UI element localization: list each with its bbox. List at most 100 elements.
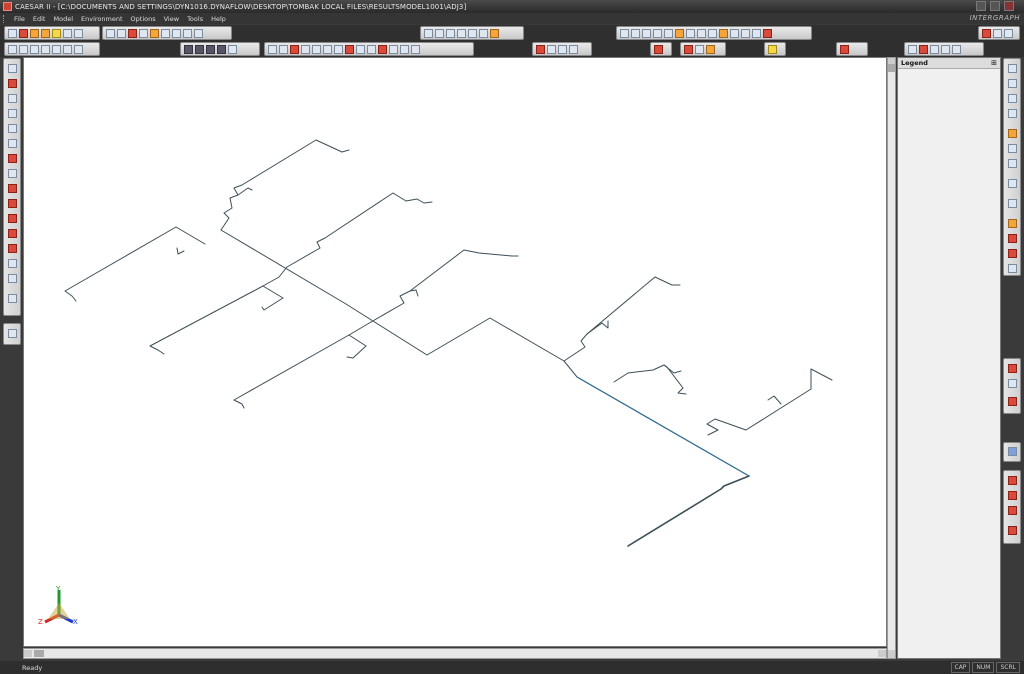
restraint-add-icon[interactable] [8,154,17,163]
view-back-icon[interactable] [435,28,444,38]
load-cases-icon[interactable] [1008,379,1017,388]
steel-icon[interactable] [1008,199,1017,208]
print-view-icon[interactable] [279,44,288,54]
code-stress-icon[interactable] [1008,397,1017,406]
material-icon[interactable] [334,44,343,54]
binoculars-icon[interactable] [194,28,203,38]
properties-icon[interactable] [919,44,928,54]
temperature-icon[interactable] [345,44,354,54]
duplicate-icon[interactable] [117,28,126,38]
find-icon[interactable] [183,28,192,38]
highlight-icon[interactable] [768,44,777,54]
dynamic-analysis-icon[interactable] [569,44,578,54]
pin-icon[interactable]: ⊞ [991,59,997,67]
render-icon[interactable] [1008,79,1017,88]
node-tool-icon[interactable] [41,28,50,38]
force-add-icon[interactable] [8,214,17,223]
stress-icon[interactable] [1008,219,1017,228]
anchors-icon[interactable] [378,44,387,54]
reducer-icon[interactable] [8,124,17,133]
last-element-icon[interactable] [217,44,226,54]
paste-icon[interactable] [63,44,72,54]
light-icon[interactable] [1008,109,1017,118]
zoom-out-icon[interactable] [642,28,651,38]
cut-icon[interactable] [41,44,50,54]
menu-model[interactable]: Model [49,15,77,23]
first-element-icon[interactable] [184,44,193,54]
offsets-icon[interactable] [8,259,17,268]
list-icon[interactable] [172,28,181,38]
nozzle-icon[interactable] [8,184,17,193]
menu-view[interactable]: View [160,15,183,23]
open-file-icon[interactable] [19,44,28,54]
hscroll-thumb[interactable] [34,650,44,657]
tee-icon[interactable] [150,28,159,38]
filter-icon[interactable] [1008,264,1017,273]
expansion-joint-icon[interactable] [8,109,17,118]
results-icon[interactable] [654,44,663,54]
expand-icon[interactable] [161,28,170,38]
paint-tool-icon[interactable] [30,28,39,38]
highlight-tool-icon[interactable] [52,28,61,38]
delete-tool-icon[interactable] [74,28,83,38]
annotate-icon[interactable] [684,44,693,54]
group-edit-icon[interactable] [8,294,17,303]
pipe-size-icon[interactable] [323,44,332,54]
measure-distance-icon[interactable] [1008,476,1017,485]
node-numbers-icon[interactable] [301,44,310,54]
bend-icon[interactable] [8,79,17,88]
uniform-load-icon[interactable] [8,229,17,238]
zoom-in-icon[interactable] [631,28,640,38]
insert-tool-icon[interactable] [63,28,72,38]
zoom-extents-icon[interactable] [664,28,673,38]
menu-tools[interactable]: Tools [183,15,207,23]
pan-icon[interactable] [675,28,684,38]
new-file-icon[interactable] [8,44,17,54]
measure-icon[interactable] [840,44,849,54]
stop-icon[interactable] [982,28,991,38]
horizontal-scrollbar[interactable] [23,648,887,659]
rotate-icon[interactable] [653,28,662,38]
menu-help[interactable]: Help [207,15,230,23]
pressure-icon[interactable] [356,44,365,54]
minimize-button[interactable] [976,1,986,11]
allowables-icon[interactable] [8,274,17,283]
restraints-display-icon[interactable] [367,44,376,54]
scroll-right-icon[interactable] [878,650,886,657]
solid-render-icon[interactable] [719,28,728,38]
grid-tool-icon[interactable] [8,28,17,38]
view-bottom-icon[interactable] [457,28,466,38]
aux-panel-icon[interactable] [8,329,17,338]
animation-icon[interactable] [1008,249,1017,258]
forces-icon[interactable] [411,44,420,54]
walk-icon[interactable] [697,28,706,38]
vertical-scrollbar[interactable] [887,57,896,659]
supports-icon[interactable] [1008,179,1017,188]
displacement-add-icon[interactable] [8,199,17,208]
hangers-icon[interactable] [389,44,398,54]
redo-icon[interactable] [952,44,961,54]
text-icon[interactable] [706,44,715,54]
copy-element-icon[interactable] [106,28,115,38]
model-viewport[interactable]: Y X Z [23,57,887,647]
menu-edit[interactable]: Edit [29,15,50,23]
save-icon[interactable] [30,44,39,54]
measure-node-icon[interactable] [1008,506,1017,515]
menu-grip[interactable] [3,14,7,23]
static-analysis-icon[interactable] [558,44,567,54]
next-element-icon[interactable] [206,44,215,54]
error-check-icon[interactable] [536,44,545,54]
centerline-icon[interactable] [741,28,750,38]
undo-icon[interactable] [941,44,950,54]
copy-icon[interactable] [52,44,61,54]
deflection-icon[interactable] [1008,234,1017,243]
settings-icon[interactable] [930,44,939,54]
scroll-down-icon[interactable] [888,650,895,658]
range-icon[interactable] [228,44,237,54]
select-icon[interactable] [708,28,717,38]
sif-icon[interactable] [8,139,17,148]
rigid-icon[interactable] [8,94,17,103]
scroll-left-icon[interactable] [24,650,32,657]
batch-run-icon[interactable] [547,44,556,54]
restraint-icon[interactable] [128,28,137,38]
